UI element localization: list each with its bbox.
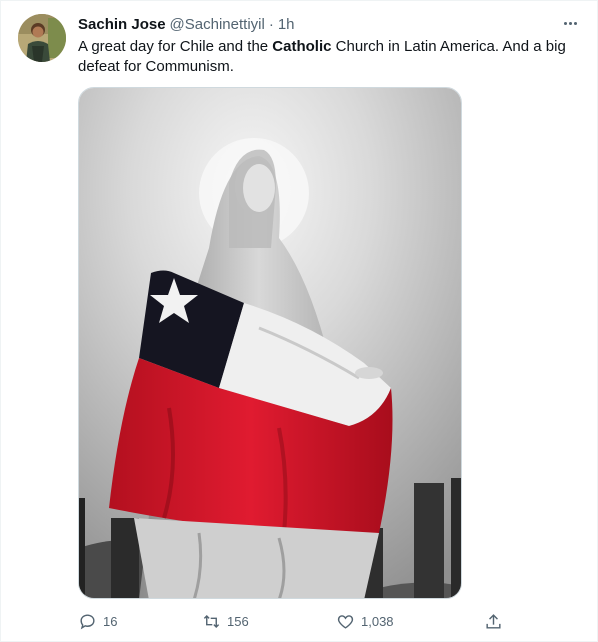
more-icon[interactable] bbox=[559, 13, 581, 33]
author-name[interactable]: Sachin Jose bbox=[78, 16, 166, 33]
share-button[interactable] bbox=[484, 609, 503, 633]
reply-button[interactable]: 16 bbox=[78, 609, 117, 633]
retweet-icon bbox=[203, 614, 220, 628]
separator: · bbox=[268, 15, 274, 33]
retweet-count: 156 bbox=[227, 613, 249, 629]
tweet-time[interactable]: 1h bbox=[278, 16, 295, 33]
like-count: 1,038 bbox=[361, 613, 394, 629]
share-icon bbox=[486, 613, 501, 629]
tweet-media[interactable] bbox=[78, 87, 462, 599]
tweet-text-bold: Catholic bbox=[272, 38, 332, 55]
like-icon bbox=[337, 614, 354, 629]
like-button[interactable]: 1,038 bbox=[336, 609, 394, 633]
avatar-image bbox=[18, 14, 66, 62]
avatar[interactable] bbox=[18, 14, 66, 62]
reply-count: 16 bbox=[103, 613, 118, 629]
statue-with-flag-image bbox=[79, 88, 461, 598]
tweet-text: A great day for Chile and the Catholic C… bbox=[78, 37, 578, 77]
tweet-actions: 16 156 1,038 bbox=[78, 609, 508, 633]
tweet-card[interactable]: Sachin Jose @Sachinettiyil · 1h A great … bbox=[0, 0, 598, 642]
retweet-button[interactable]: 156 bbox=[202, 609, 249, 633]
tweet-header: Sachin Jose @Sachinettiyil · 1h bbox=[78, 14, 295, 34]
tweet-text-before: A great day for Chile and the bbox=[78, 38, 273, 55]
author-handle[interactable]: @Sachinettiyil bbox=[170, 16, 265, 33]
reply-icon bbox=[80, 613, 95, 629]
